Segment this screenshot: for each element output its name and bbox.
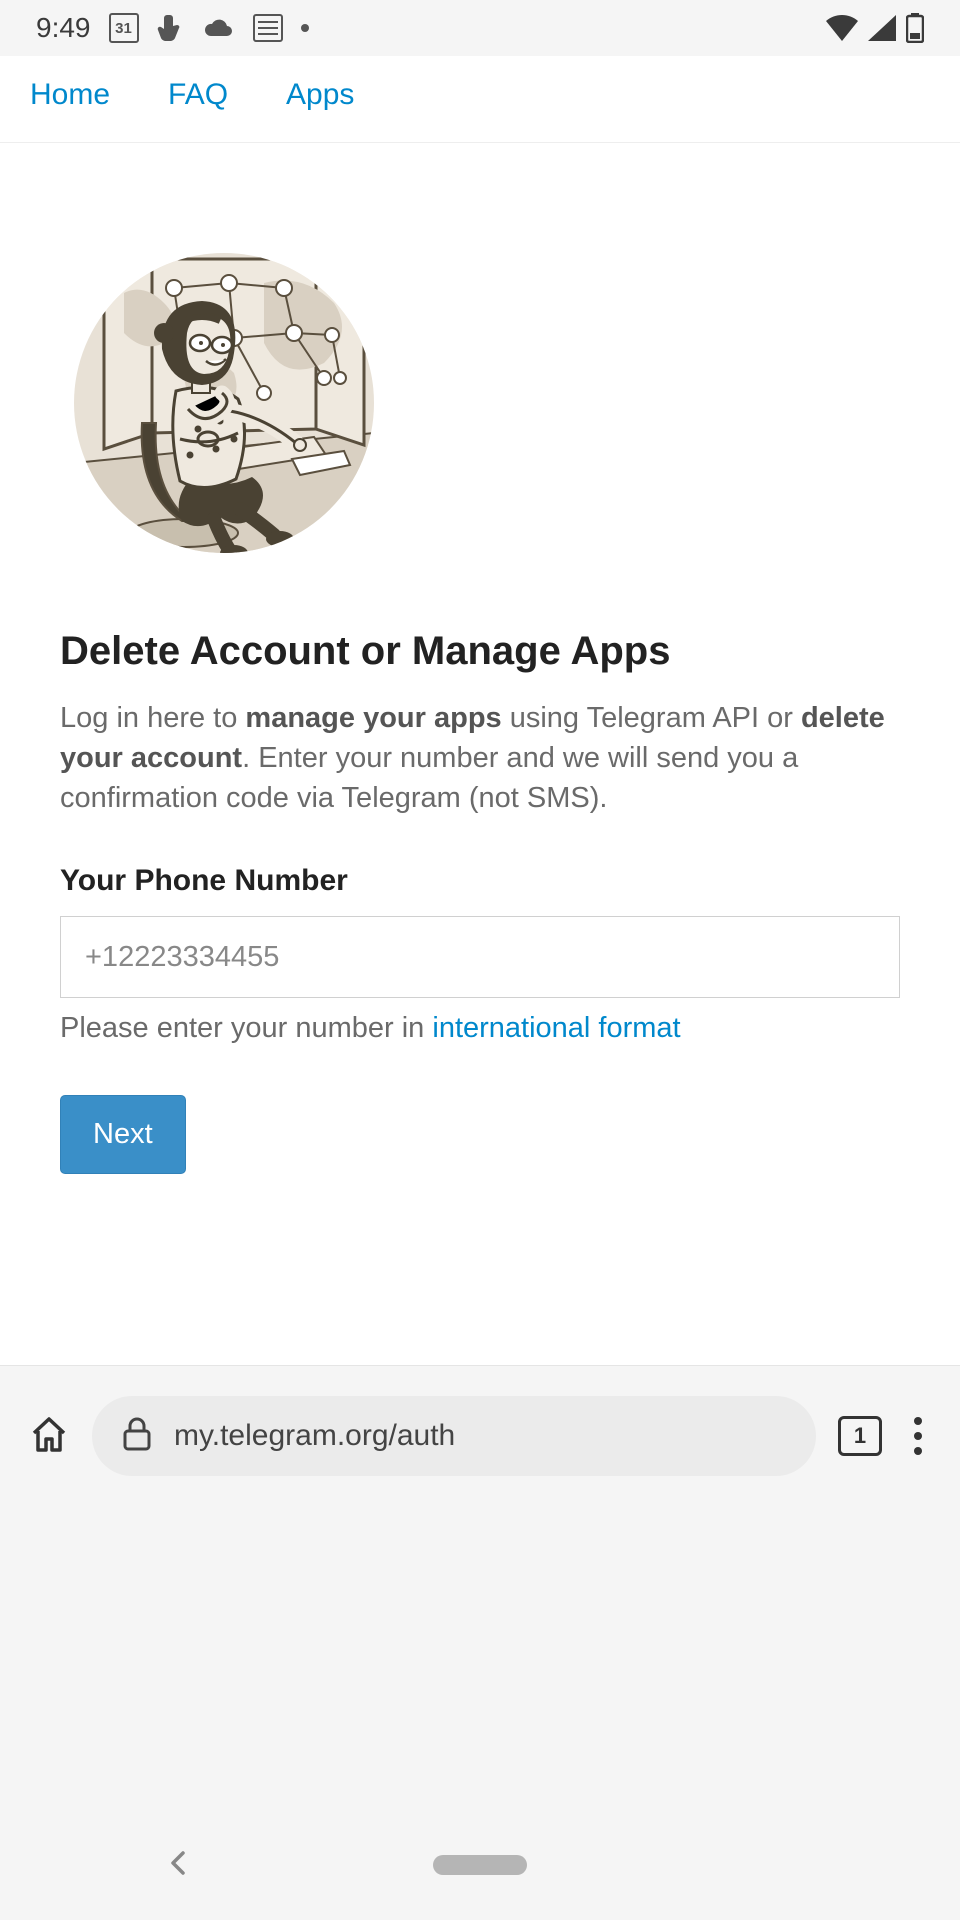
notification-dot-icon (301, 24, 309, 32)
next-button[interactable]: Next (60, 1095, 186, 1174)
desc-text: using Telegram API or (502, 702, 801, 734)
web-page: Home FAQ Apps (0, 56, 960, 1366)
phone-number-label: Your Phone Number (60, 864, 900, 898)
nav-home[interactable]: Home (30, 78, 110, 112)
main-content: Delete Account or Manage Apps Log in her… (0, 143, 960, 1214)
battery-icon (906, 13, 924, 43)
international-format-link[interactable]: international format (432, 1012, 680, 1044)
status-time: 9:49 (36, 12, 91, 44)
lock-icon (122, 1416, 152, 1457)
system-home-pill[interactable] (433, 1855, 527, 1875)
tab-count-button[interactable]: 1 (838, 1416, 882, 1456)
cloud-icon (201, 16, 235, 40)
news-icon (253, 14, 283, 42)
nav-faq[interactable]: FAQ (168, 78, 228, 112)
status-left: 9:49 31 (36, 12, 309, 44)
status-bar: 9:49 31 (0, 0, 960, 56)
touch-icon (157, 13, 183, 43)
desc-bold-manage: manage your apps (245, 702, 501, 734)
page-description: Log in here to manage your apps using Te… (60, 698, 900, 818)
phone-number-input[interactable] (60, 916, 900, 998)
page-title: Delete Account or Manage Apps (60, 629, 900, 674)
status-right (826, 13, 924, 43)
url-bar[interactable]: my.telegram.org/auth (92, 1396, 816, 1476)
browser-toolbar: my.telegram.org/auth 1 (0, 1366, 960, 1506)
system-navigation (0, 1810, 960, 1920)
browser-menu-icon[interactable] (904, 1417, 932, 1455)
help-text-pre: Please enter your number in (60, 1012, 432, 1044)
desc-text: Log in here to (60, 702, 245, 734)
hero-illustration (60, 233, 900, 553)
cellular-icon (868, 15, 896, 41)
site-nav: Home FAQ Apps (0, 56, 960, 143)
browser-home-icon[interactable] (28, 1413, 70, 1460)
url-text: my.telegram.org/auth (174, 1419, 455, 1453)
wifi-icon (826, 15, 858, 41)
calendar-icon: 31 (109, 13, 139, 43)
phone-help-text: Please enter your number in internationa… (60, 1012, 900, 1045)
system-back-icon[interactable] (164, 1849, 192, 1882)
nav-apps[interactable]: Apps (286, 78, 354, 112)
